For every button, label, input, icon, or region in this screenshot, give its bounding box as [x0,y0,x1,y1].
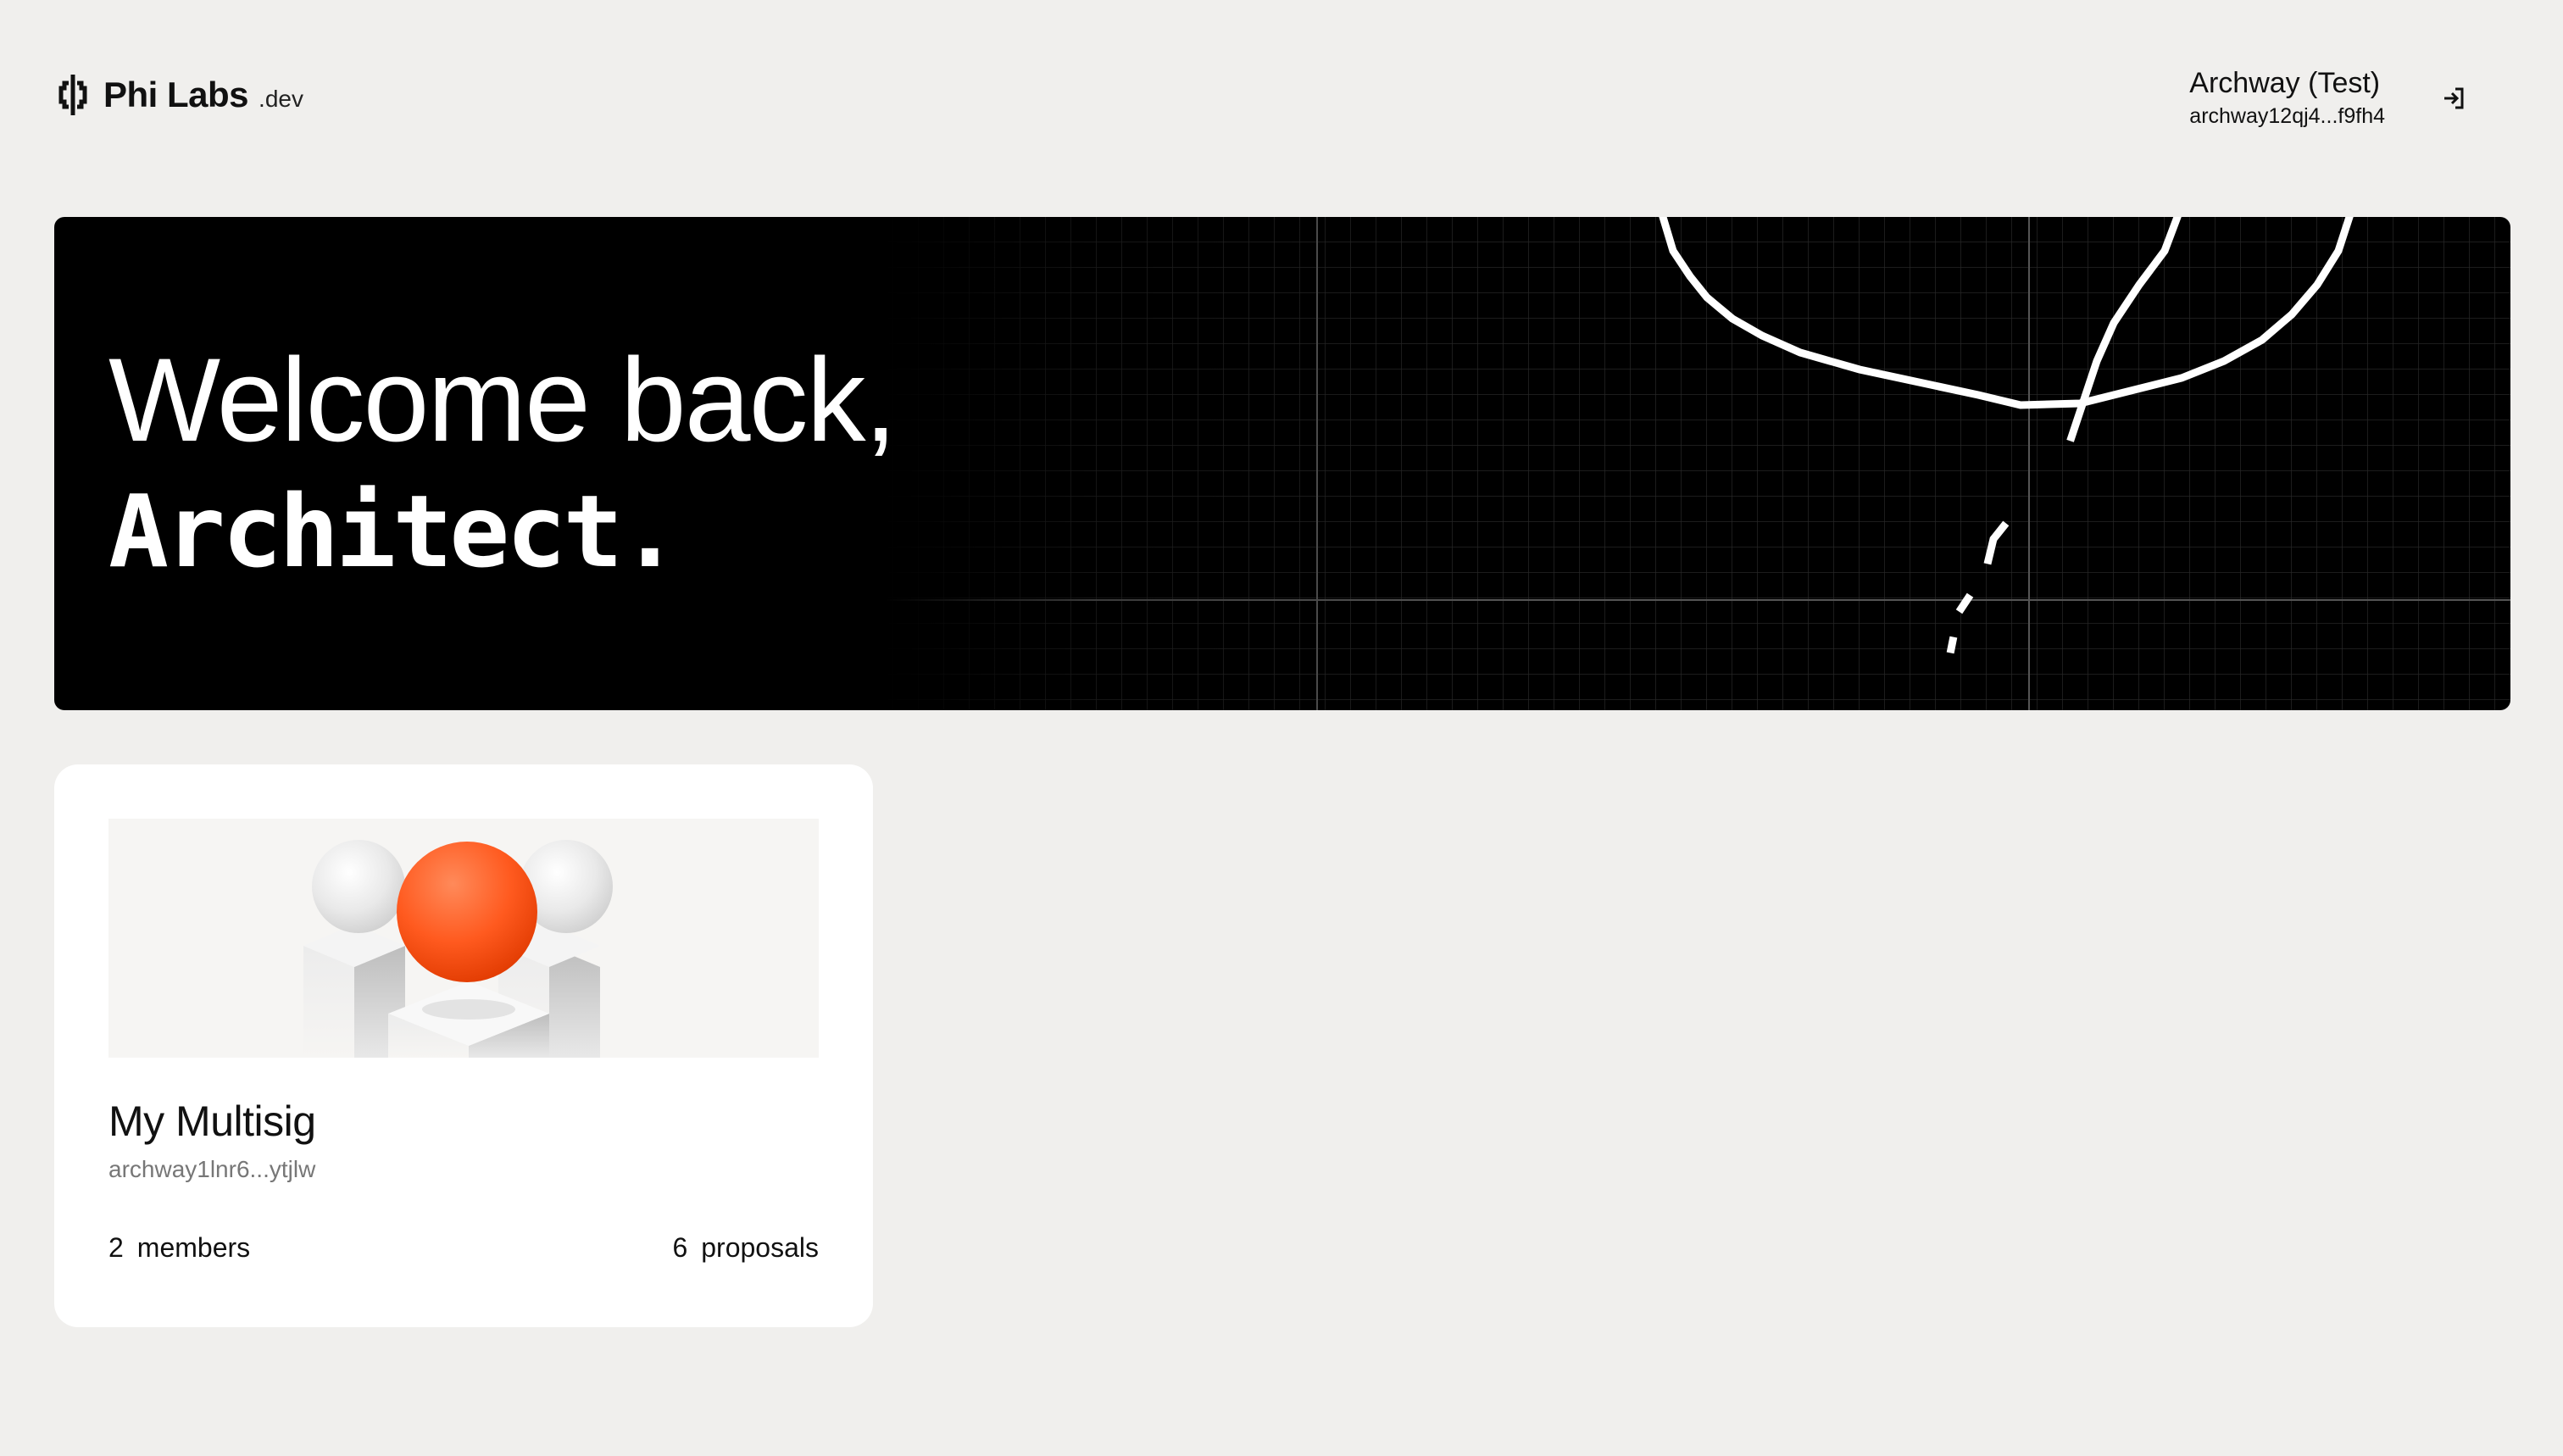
hero-greeting: Welcome back, [108,333,897,466]
hero-heading: Welcome back, Architect. [108,332,897,595]
account-network: Archway (Test) [2189,67,2381,99]
proposals-label: proposals [701,1232,819,1263]
multisig-card[interactable]: My Multisig archway1lnr6...ytjlw 2 member… [54,764,873,1327]
proposals-stat: 6 proposals [672,1232,819,1264]
logo-suffix: .dev [259,86,303,112]
logo[interactable]: Phi Labs .dev [56,71,303,119]
members-stat: 2 members [108,1232,250,1264]
sign-in-arrow-icon [2444,87,2464,109]
account-info[interactable]: Archway (Test) archway12qj4...f9fh4 [2189,64,2385,131]
multisig-spheres-image [303,840,613,1058]
proposals-count: 6 [672,1232,688,1263]
logo-name: Phi Labs [103,75,249,114]
top-bar: Phi Labs .dev Archway (Test) archway12qj… [0,0,2563,195]
account-address: archway12qj4...f9fh4 [2189,104,2385,128]
hero-user-name: Architect. [108,473,680,590]
multisig-illustration [108,819,819,1058]
members-label: members [136,1232,251,1263]
logout-button[interactable] [2438,81,2471,115]
welcome-banner: Welcome back, Architect. [54,217,2510,710]
members-count: 2 [108,1232,124,1263]
multisig-address: archway1lnr6...ytjlw [108,1156,316,1182]
multisig-stats: 2 members 6 proposals [108,1232,819,1270]
multisig-title: My Multisig [108,1098,316,1145]
phi-logo-icon [58,75,87,115]
